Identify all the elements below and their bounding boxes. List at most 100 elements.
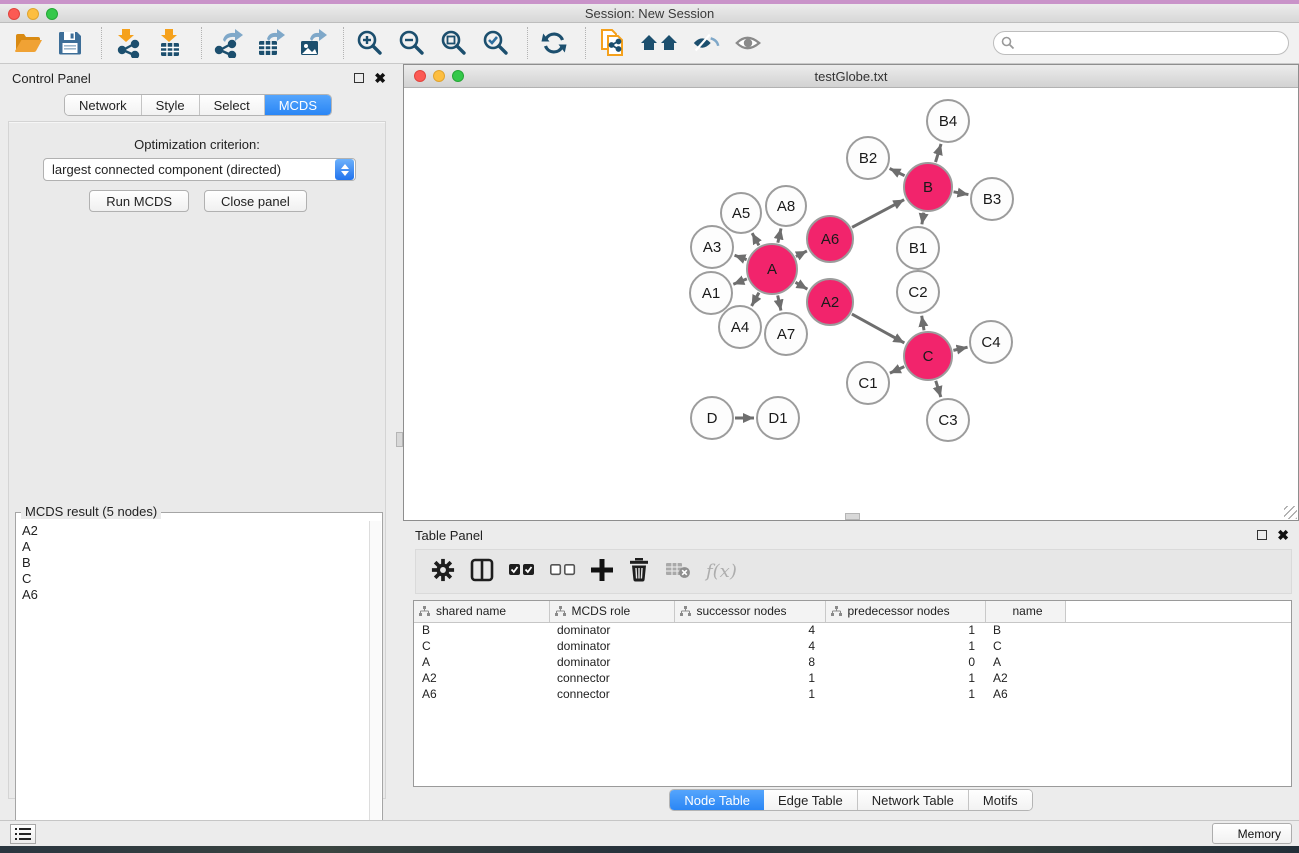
graph-node-C4[interactable]: C4 bbox=[970, 321, 1012, 363]
close-table-panel-icon[interactable]: ✖ bbox=[1277, 530, 1289, 540]
select-all-icon[interactable] bbox=[509, 563, 535, 580]
zoom-out-icon[interactable] bbox=[397, 27, 427, 59]
tab-network-table[interactable]: Network Table bbox=[858, 790, 969, 810]
graph-edge-A-A7[interactable] bbox=[778, 295, 781, 310]
mcds-result-item[interactable]: C bbox=[22, 571, 369, 587]
graph-node-B2[interactable]: B2 bbox=[847, 137, 889, 179]
function-builder-icon[interactable]: f(x) bbox=[706, 561, 737, 582]
graph-edge-B-B2[interactable] bbox=[890, 168, 905, 175]
import-network-icon[interactable] bbox=[113, 27, 143, 59]
table-row[interactable]: Bdominator41B bbox=[414, 622, 1291, 638]
graph-edge-A2-C[interactable] bbox=[852, 314, 904, 343]
export-table-icon[interactable] bbox=[255, 27, 285, 59]
clone-network-icon[interactable] bbox=[597, 27, 627, 59]
tab-style[interactable]: Style bbox=[142, 95, 200, 115]
tab-mcds[interactable]: MCDS bbox=[265, 95, 331, 115]
open-session-icon[interactable] bbox=[13, 27, 43, 59]
graph-node-C2[interactable]: C2 bbox=[897, 271, 939, 313]
export-network-icon[interactable] bbox=[213, 27, 243, 59]
network-canvas[interactable]: B4B2BB3B1C2A6A2A5A8A3AA1A4A7CC1C4C3DD1 bbox=[404, 89, 1298, 520]
float-panel-icon[interactable] bbox=[354, 73, 364, 83]
graph-node-B4[interactable]: B4 bbox=[927, 100, 969, 142]
net-close-icon[interactable] bbox=[414, 70, 426, 82]
graph-node-A1[interactable]: A1 bbox=[690, 272, 732, 314]
mcds-result-item[interactable]: A bbox=[22, 539, 369, 555]
graph-edge-C-C3[interactable] bbox=[936, 381, 941, 397]
first-neighbors-icon[interactable] bbox=[639, 27, 679, 59]
graph-edge-A-A5[interactable] bbox=[752, 233, 759, 245]
zoom-window-icon[interactable] bbox=[46, 8, 58, 20]
graph-node-C[interactable]: C bbox=[904, 332, 952, 380]
network-window-titlebar[interactable]: testGlobe.txt bbox=[404, 65, 1298, 88]
graph-node-A4[interactable]: A4 bbox=[719, 306, 761, 348]
table-row[interactable]: A6connector11A6 bbox=[414, 686, 1291, 702]
mcds-result-item[interactable]: A6 bbox=[22, 587, 369, 603]
graph-edge-C-C2[interactable] bbox=[922, 316, 924, 331]
mcds-result-list[interactable]: A2ABCA6 bbox=[17, 521, 369, 853]
mcds-result-item[interactable]: B bbox=[22, 555, 369, 571]
show-columns-icon[interactable] bbox=[470, 558, 494, 585]
net-minimize-icon[interactable] bbox=[433, 70, 445, 82]
graph-node-A2[interactable]: A2 bbox=[807, 279, 853, 325]
memory-button[interactable]: Memory bbox=[1212, 823, 1292, 844]
zoom-in-icon[interactable] bbox=[355, 27, 385, 59]
graph-edge-B-B1[interactable] bbox=[922, 213, 924, 225]
graph-node-D1[interactable]: D1 bbox=[757, 397, 799, 439]
horizontal-split-handle[interactable] bbox=[845, 513, 860, 520]
table-header-row[interactable]: shared name MCDS role successor nodes pr… bbox=[414, 601, 1291, 622]
close-window-icon[interactable] bbox=[8, 8, 20, 20]
graph-node-B1[interactable]: B1 bbox=[897, 227, 939, 269]
graph-edge-A-A3[interactable] bbox=[735, 255, 747, 259]
graph-edge-A-A1[interactable] bbox=[733, 279, 747, 284]
table-row[interactable]: Adominator80A bbox=[414, 654, 1291, 670]
mcds-result-item[interactable]: A2 bbox=[22, 523, 369, 539]
graph-node-A[interactable]: A bbox=[747, 244, 797, 294]
net-zoom-icon[interactable] bbox=[452, 70, 464, 82]
hide-selected-icon[interactable] bbox=[691, 27, 721, 59]
zoom-fit-icon[interactable] bbox=[439, 27, 469, 59]
zoom-selected-icon[interactable] bbox=[481, 27, 511, 59]
save-session-icon[interactable] bbox=[55, 27, 85, 59]
delete-column-icon[interactable] bbox=[628, 558, 650, 585]
add-column-icon[interactable] bbox=[591, 559, 613, 584]
minimize-window-icon[interactable] bbox=[27, 8, 39, 20]
graph-edge-A6-B[interactable] bbox=[852, 200, 904, 228]
run-mcds-button[interactable]: Run MCDS bbox=[89, 190, 189, 212]
tab-node-table[interactable]: Node Table bbox=[670, 790, 764, 810]
float-table-panel-icon[interactable] bbox=[1257, 530, 1267, 540]
graph-edge-C-C4[interactable] bbox=[953, 347, 967, 350]
graph-edge-A-A6[interactable] bbox=[796, 251, 807, 257]
tab-edge-table[interactable]: Edge Table bbox=[764, 790, 858, 810]
graph-node-A8[interactable]: A8 bbox=[766, 186, 806, 226]
graph-edge-A-A2[interactable] bbox=[795, 282, 807, 289]
delete-table-icon[interactable] bbox=[665, 560, 691, 583]
criterion-select[interactable]: largest connected component (directed) bbox=[43, 158, 356, 181]
graph-edge-A-A8[interactable] bbox=[778, 228, 781, 242]
graph-node-B[interactable]: B bbox=[904, 163, 952, 211]
graph-node-D[interactable]: D bbox=[691, 397, 733, 439]
export-image-icon[interactable] bbox=[297, 27, 327, 59]
task-history-button[interactable] bbox=[10, 824, 36, 844]
graph-edge-A-A4[interactable] bbox=[752, 293, 759, 306]
graph-node-A3[interactable]: A3 bbox=[691, 226, 733, 268]
result-scrollbar[interactable] bbox=[369, 521, 381, 853]
show-all-icon[interactable] bbox=[733, 27, 763, 59]
table-row[interactable]: Cdominator41C bbox=[414, 638, 1291, 654]
close-panel-button[interactable]: Close panel bbox=[204, 190, 307, 212]
graph-edge-B-B4[interactable] bbox=[936, 144, 941, 162]
import-table-icon[interactable] bbox=[155, 27, 185, 59]
close-panel-icon[interactable]: ✖ bbox=[374, 73, 386, 83]
apply-layout-icon[interactable] bbox=[539, 27, 569, 59]
deselect-all-icon[interactable] bbox=[550, 563, 576, 580]
table-settings-icon[interactable] bbox=[431, 558, 455, 585]
graph-node-A5[interactable]: A5 bbox=[721, 193, 761, 233]
search-input[interactable] bbox=[993, 31, 1289, 55]
resize-grip[interactable] bbox=[1284, 506, 1297, 519]
table-row[interactable]: A2connector11A2 bbox=[414, 670, 1291, 686]
graph-edge-C-C1[interactable] bbox=[890, 367, 904, 373]
vertical-split-handle[interactable] bbox=[396, 432, 403, 447]
graph-edge-B-B3[interactable] bbox=[954, 192, 969, 195]
tab-motifs[interactable]: Motifs bbox=[969, 790, 1032, 810]
graph-node-A7[interactable]: A7 bbox=[765, 313, 807, 355]
graph-node-C3[interactable]: C3 bbox=[927, 399, 969, 441]
